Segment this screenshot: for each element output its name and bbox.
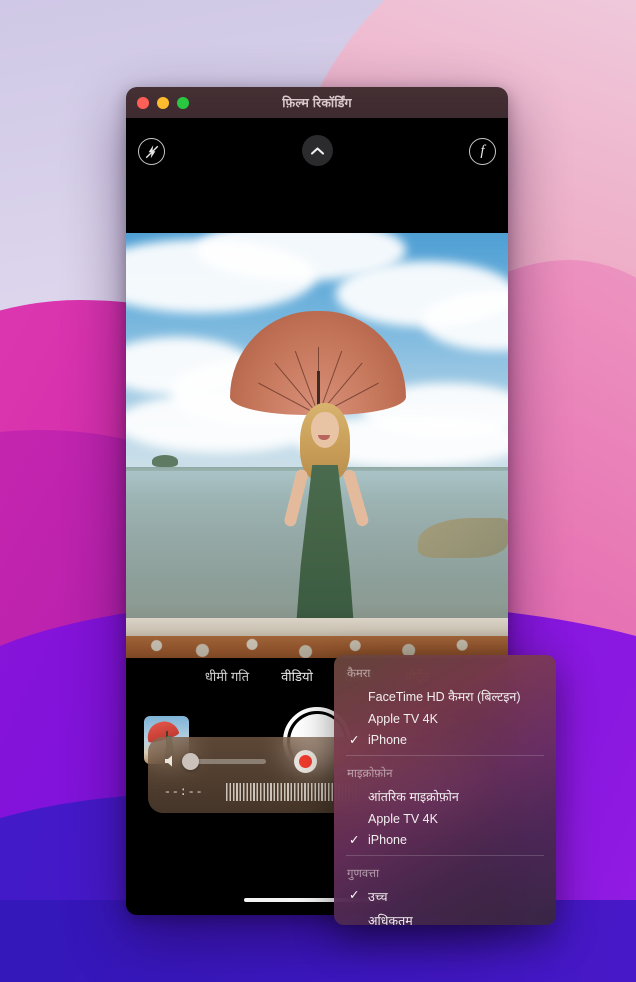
- menu-item-label: अधिकतम: [368, 913, 413, 926]
- traffic-light-group: [126, 96, 189, 109]
- window-titlebar[interactable]: फ़िल्म रिकॉर्डिंग: [126, 87, 508, 118]
- face: [311, 412, 339, 448]
- menu-item-label: iPhone: [368, 832, 407, 847]
- timecode-display: --:--: [164, 786, 204, 799]
- record-dot-icon: [299, 755, 312, 768]
- chevron-up-glyph: [310, 146, 325, 155]
- filter-f-label: f: [480, 143, 485, 159]
- menu-section-header-camera: कैमरा: [347, 668, 371, 680]
- menu-item-apple-tv-4k-microphone[interactable]: Apple TV 4K: [334, 808, 556, 829]
- menu-item-label: Apple TV 4K: [368, 811, 438, 826]
- menu-item-label: iPhone: [368, 732, 407, 747]
- mode-tab-video[interactable]: वीडियो: [281, 667, 313, 685]
- maximize-button[interactable]: [177, 96, 189, 109]
- menu-item-label: Apple TV 4K: [368, 711, 438, 726]
- filters-f-icon[interactable]: f: [469, 138, 496, 165]
- person-subject: [283, 403, 370, 635]
- speaker-icon[interactable]: [164, 754, 180, 768]
- checkmark-icon: ✓: [349, 833, 360, 847]
- desktop-wallpaper: फ़िल्म रिकॉर्डिंग f धीमी गति वीडियो --:-…: [0, 0, 636, 982]
- flash-off-glyph: [145, 144, 158, 158]
- close-button[interactable]: [137, 96, 149, 109]
- menu-item-quality-maximum[interactable]: अधिकतम: [334, 908, 556, 926]
- record-button[interactable]: [294, 750, 317, 773]
- menu-item-iphone-microphone[interactable]: ✓ iPhone: [334, 829, 556, 850]
- flash-off-icon[interactable]: [138, 138, 165, 165]
- volume-slider-track[interactable]: [188, 759, 266, 764]
- volume-slider-knob[interactable]: [182, 753, 199, 770]
- concrete-ledge: [126, 618, 508, 638]
- menu-item-label: FaceTime HD कैमरा (बिल्टइन): [368, 689, 521, 704]
- menu-divider: [346, 755, 544, 756]
- menu-item-apple-tv-4k-camera[interactable]: Apple TV 4K: [334, 708, 556, 729]
- minimize-button[interactable]: [157, 96, 169, 109]
- menu-section-header-microphone: माइक्रोफ़ोन: [347, 768, 393, 780]
- chevron-up-icon[interactable]: [302, 135, 333, 166]
- menu-item-iphone-camera[interactable]: ✓ iPhone: [334, 729, 556, 750]
- menu-item-label: उच्च: [368, 889, 388, 904]
- menu-divider: [346, 855, 544, 856]
- menu-item-internal-microphone[interactable]: आंतरिक माइक्रोफ़ोन: [334, 784, 556, 808]
- checkmark-icon: ✓: [349, 733, 360, 747]
- camera-source-dropdown-menu: कैमरा FaceTime HD कैमरा (बिल्टइन) Apple …: [334, 655, 556, 925]
- camera-top-controls: f: [126, 118, 508, 233]
- menu-item-label: आंतरिक माइक्रोफ़ोन: [368, 789, 459, 804]
- menu-section-header-quality: गुणवत्ता: [347, 868, 380, 880]
- distant-islet: [152, 455, 178, 467]
- checkmark-icon: ✓: [349, 888, 360, 902]
- menu-item-quality-high[interactable]: ✓ उच्च: [334, 884, 556, 908]
- camera-viewfinder[interactable]: [126, 233, 508, 658]
- menu-item-facetime-hd-camera[interactable]: FaceTime HD कैमरा (बिल्टइन): [334, 684, 556, 708]
- mode-tab-slowmo[interactable]: धीमी गति: [205, 667, 249, 685]
